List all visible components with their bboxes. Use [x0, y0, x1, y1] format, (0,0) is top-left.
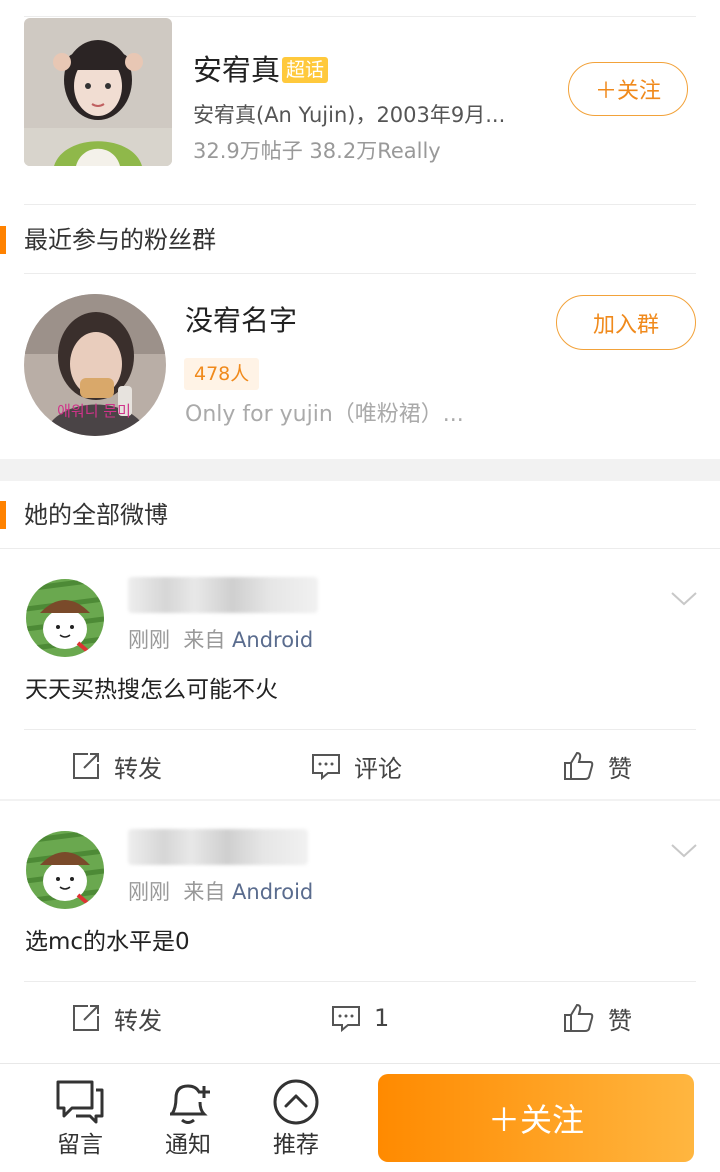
user-avatar[interactable]	[26, 579, 104, 657]
topic-description: 安宥真(An Yujin)，2003年9月...	[193, 103, 506, 127]
post-time: 刚刚	[128, 880, 170, 904]
notify-label: 通知	[165, 1132, 211, 1158]
like-button[interactable]: 赞	[562, 983, 632, 1053]
follow-button[interactable]: ＋关注	[378, 1074, 694, 1162]
fan-group-member-count: 478人	[184, 358, 260, 390]
post-source[interactable]: Android	[232, 628, 313, 652]
topic-title: 安宥真 超话	[193, 52, 329, 88]
post-text: 天天买热搜怎么可能不火	[25, 677, 278, 703]
fan-group-name: 没宥名字	[185, 304, 298, 337]
chevron-up-circle-icon	[273, 1079, 319, 1125]
section-accent-bar	[0, 226, 6, 254]
bell-plus-icon	[170, 1084, 210, 1124]
divider	[24, 729, 696, 730]
section-accent-bar	[0, 501, 6, 529]
topic-name: 安宥真	[193, 53, 281, 87]
like-button[interactable]: 赞	[562, 731, 632, 801]
recommend-tab[interactable]: 推荐	[251, 1074, 341, 1164]
fan-group-description: Only for yujin（唯粉裙）...	[185, 402, 464, 427]
chevron-down-icon[interactable]	[670, 841, 698, 861]
notify-tab[interactable]: 通知	[143, 1074, 233, 1164]
post-from-label: 来自	[183, 628, 226, 652]
post-from-label: 来自	[183, 880, 226, 904]
thumbs-up-icon	[564, 1003, 594, 1032]
divider	[24, 981, 696, 982]
post-meta: 刚刚 来自 Android	[128, 877, 313, 907]
divider	[24, 204, 696, 205]
bottom-action-bar: 留言 通知 推荐 ＋关注	[0, 1063, 720, 1172]
posts-header: 她的全部微博	[0, 481, 720, 549]
comment-label: 评论	[354, 754, 402, 783]
section-title: 最近参与的粉丝群	[24, 226, 216, 254]
repost-label: 转发	[114, 1006, 162, 1035]
post-card[interactable]: 刚刚 来自 Android 天天买热搜怎么可能不火 转发 评论 赞	[0, 549, 720, 801]
like-label: 赞	[608, 1006, 632, 1035]
comment-count: 1	[374, 1004, 390, 1032]
repost-button[interactable]: 转发	[70, 983, 162, 1053]
section-gap	[0, 459, 720, 481]
comment-button[interactable]: 评论	[310, 731, 402, 801]
user-avatar[interactable]	[26, 831, 104, 909]
username-blurred[interactable]	[128, 577, 318, 613]
divider	[24, 273, 696, 274]
fan-group-avatar: 애워니 문미	[24, 294, 166, 436]
username-blurred[interactable]	[128, 829, 308, 865]
repost-label: 转发	[114, 754, 162, 783]
post-meta: 刚刚 来自 Android	[128, 625, 313, 655]
repost-icon	[73, 753, 99, 779]
super-topic-card[interactable]: 安宥真 超话 安宥真(An Yujin)，2003年9月... 32.9万帖子 3…	[0, 0, 720, 186]
message-icon	[56, 1080, 104, 1124]
post-source[interactable]: Android	[232, 880, 313, 904]
chevron-down-icon[interactable]	[670, 589, 698, 609]
avatar-caption: 애워니 문미	[57, 402, 131, 420]
repost-button[interactable]: 转发	[70, 731, 162, 801]
topic-follow-button[interactable]: ＋关注	[568, 62, 688, 116]
like-label: 赞	[608, 754, 632, 783]
post-actions: 转发 1 赞	[0, 983, 720, 1053]
fan-groups-header: 最近参与的粉丝群	[0, 206, 720, 274]
comment-icon	[312, 754, 340, 781]
super-topic-badge: 超话	[282, 57, 329, 83]
section-title: 她的全部微博	[24, 501, 168, 529]
post-text: 选mc的水平是0	[25, 929, 190, 955]
post-actions: 转发 评论 赞	[0, 731, 720, 801]
join-group-button[interactable]: 加入群	[556, 295, 696, 350]
post-time: 刚刚	[128, 628, 170, 652]
comment-button[interactable]: 1	[330, 983, 389, 1053]
recommend-label: 推荐	[273, 1132, 319, 1158]
repost-icon	[73, 1005, 99, 1031]
message-label: 留言	[57, 1132, 103, 1158]
comment-icon	[332, 1006, 360, 1033]
post-card[interactable]: 刚刚 来自 Android 选mc的水平是0 转发 1 赞	[0, 801, 720, 1053]
topic-image	[24, 18, 172, 166]
topic-stats: 32.9万帖子 38.2万Really	[193, 139, 441, 163]
message-tab[interactable]: 留言	[35, 1074, 125, 1164]
thumbs-up-icon	[564, 751, 594, 780]
